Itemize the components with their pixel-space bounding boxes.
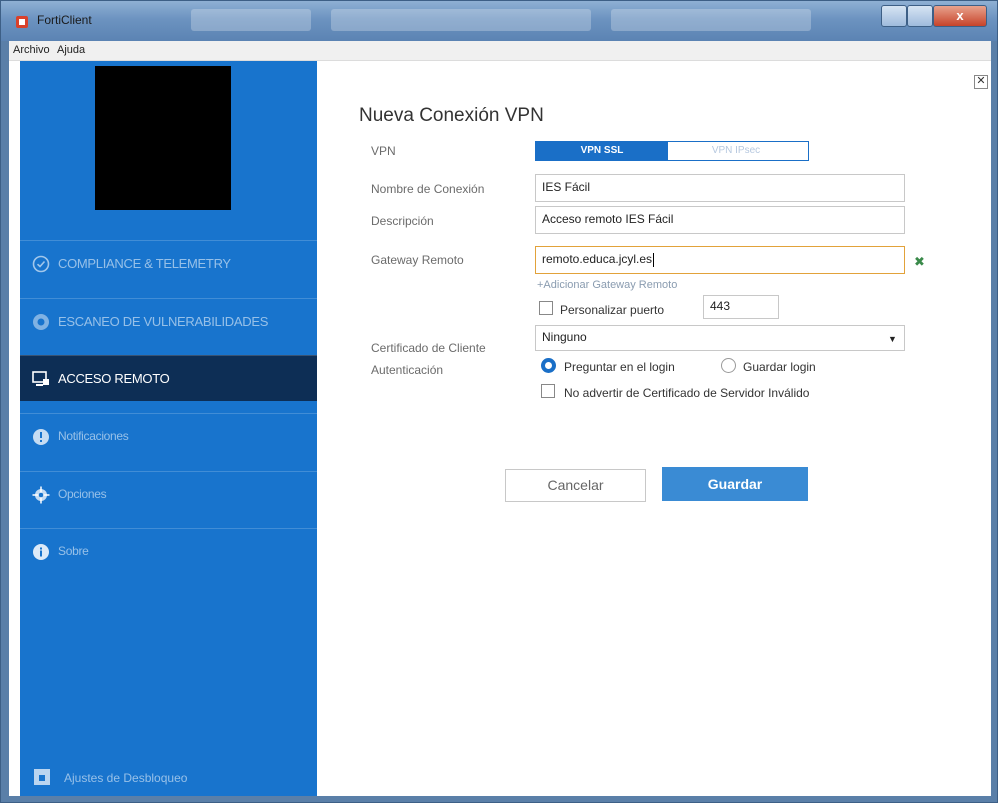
remove-gateway-icon[interactable]: ✖: [914, 254, 925, 270]
gear-icon: [32, 486, 50, 504]
user-avatar: [95, 66, 231, 210]
auth-save-radio[interactable]: [721, 358, 736, 373]
sidebar: COMPLIANCE & TELEMETRY ESCANEO DE VULNER…: [20, 61, 317, 796]
maximize-button[interactable]: [907, 5, 933, 27]
minimize-button[interactable]: [881, 5, 907, 27]
menu-ajuda[interactable]: Ajuda: [57, 44, 85, 56]
titlebar-glass: [331, 9, 591, 31]
connection-name-input[interactable]: IES Fácil: [535, 174, 905, 202]
nav-remote-access[interactable]: ACCESO REMOTO: [20, 355, 317, 401]
connection-name-label: Nombre de Conexión: [371, 182, 485, 196]
remote-gateway-input[interactable]: remoto.educa.jcyl.es: [535, 246, 905, 274]
titlebar-glass: [191, 9, 311, 31]
port-input[interactable]: 443: [703, 295, 779, 319]
info-icon: [33, 544, 49, 560]
client-certificate-label: Certificado de Cliente: [371, 341, 486, 355]
remote-gateway-label: Gateway Remoto: [371, 253, 464, 267]
no-warn-invalid-cert-checkbox[interactable]: [541, 384, 555, 398]
save-button[interactable]: Guardar: [662, 467, 808, 501]
check-circle-icon: [32, 255, 50, 273]
auth-save-label: Guardar login: [743, 360, 816, 374]
vpn-label: VPN: [371, 144, 396, 158]
menu-bar: Archivo Ajuda: [9, 41, 991, 61]
remote-access-icon: [32, 371, 49, 386]
unlock-settings[interactable]: Ajustes de Desbloqueo: [20, 761, 317, 796]
shield-scan-icon: [33, 314, 49, 330]
unlock-label: Ajustes de Desbloqueo: [64, 771, 188, 785]
authentication-label: Autenticación: [371, 363, 444, 377]
client-area: COMPLIANCE & TELEMETRY ESCANEO DE VULNER…: [9, 61, 991, 796]
forticlient-app-icon: [16, 16, 28, 28]
forticlient-window: FortiClient x Archivo Ajuda COMPLIANCE &…: [0, 0, 998, 803]
nav-notifications[interactable]: Notificaciones: [20, 413, 317, 459]
nav-options[interactable]: Opciones: [20, 471, 317, 517]
chevron-down-icon: ▼: [888, 334, 897, 344]
cancel-button[interactable]: Cancelar: [505, 469, 646, 502]
description-input[interactable]: Acceso remoto IES Fácil: [535, 206, 905, 234]
vpn-ssl-option[interactable]: VPN SSL: [536, 142, 668, 160]
window-title: FortiClient: [37, 13, 92, 27]
remote-gateway-value: remoto.educa.jcyl.es: [542, 252, 653, 266]
description-label: Descripción: [371, 214, 434, 228]
auth-ask-label: Preguntar en el login: [564, 360, 675, 374]
nav-label: Sobre: [58, 544, 89, 558]
nav-about[interactable]: Sobre: [20, 528, 317, 574]
custom-port-checkbox[interactable]: [539, 301, 553, 315]
nav-label: COMPLIANCE & TELEMETRY: [58, 256, 231, 271]
nav-label: Opciones: [58, 487, 107, 501]
lock-icon: [34, 769, 50, 785]
page-title: Nueva Conexión VPN: [359, 105, 544, 126]
nav-label: ESCANEO DE VULNERABILIDADES: [58, 314, 269, 329]
no-warn-invalid-cert-label: No advertir de Certificado de Servidor I…: [564, 386, 810, 400]
title-bar[interactable]: FortiClient x: [1, 1, 997, 41]
nav-vulnerability-scan[interactable]: ESCANEO DE VULNERABILIDADES: [20, 298, 317, 344]
text-caret: [653, 252, 655, 267]
menu-archivo[interactable]: Archivo: [13, 44, 50, 56]
add-remote-gateway-link[interactable]: +Adicionar Gateway Remoto: [537, 279, 677, 291]
window-close-button[interactable]: x: [933, 5, 987, 27]
vpn-ipsec-option[interactable]: VPN IPsec: [670, 142, 802, 160]
nav-compliance-telemetry[interactable]: COMPLIANCE & TELEMETRY: [20, 240, 317, 286]
close-panel-button[interactable]: ✕: [974, 75, 988, 89]
vpn-type-toggle: VPN SSL VPN IPsec: [535, 141, 809, 161]
auth-ask-radio[interactable]: [541, 358, 556, 373]
client-certificate-select[interactable]: Ninguno: [535, 325, 905, 351]
alert-icon: [33, 429, 49, 445]
custom-port-label: Personalizar puerto: [560, 303, 665, 317]
titlebar-glass: [611, 9, 811, 31]
client-certificate-value: Ninguno: [542, 330, 587, 344]
nav-label: Notificaciones: [58, 429, 129, 443]
nav-label: ACCESO REMOTO: [58, 371, 170, 386]
